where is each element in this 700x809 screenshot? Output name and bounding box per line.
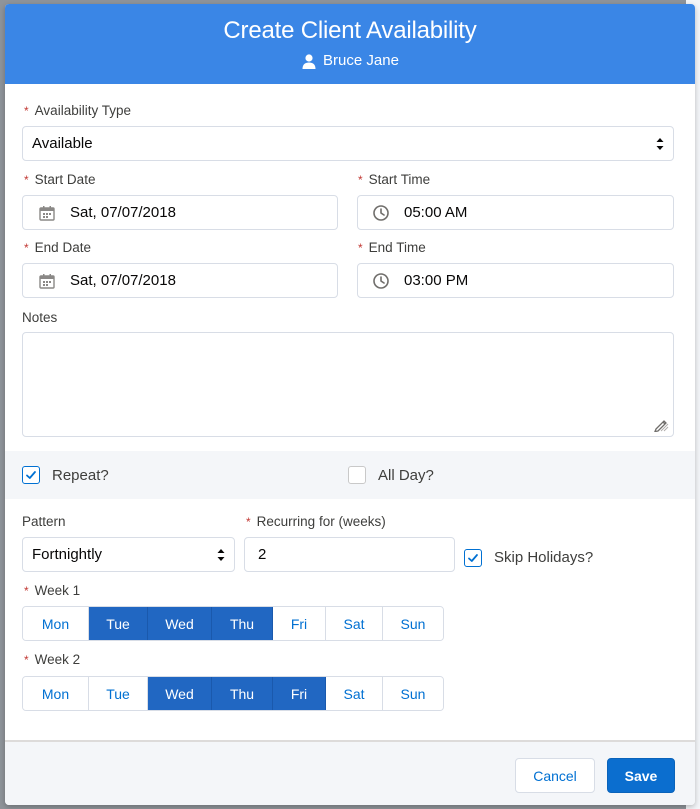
pattern-value: Fortnightly: [32, 546, 103, 563]
modal-title: Create Client Availability: [223, 17, 477, 44]
end-date-value: Sat, 07/07/2018: [70, 272, 176, 289]
week-2-day-wed[interactable]: Wed: [148, 677, 212, 710]
all-day-checkbox[interactable]: [348, 466, 366, 484]
end-date-label: * End Date: [24, 240, 91, 255]
week-1-day-mon[interactable]: Mon: [23, 607, 89, 640]
start-time-label: * Start Time: [358, 172, 431, 187]
repeat-checkbox[interactable]: [22, 466, 40, 484]
week-1-day-picker: Mon Tue Wed Thu Fri Sat Sun: [22, 606, 444, 641]
modal-footer: Cancel Save: [5, 740, 695, 805]
start-time-value: 05:00 AM: [404, 204, 468, 221]
recurring-weeks-input[interactable]: 2: [244, 537, 455, 572]
recurring-label: * Recurring for (weeks): [246, 514, 386, 529]
start-date-input[interactable]: Sat, 07/07/2018: [22, 195, 338, 230]
week-2-day-thu[interactable]: Thu: [212, 677, 273, 710]
week-2-day-sat[interactable]: Sat: [326, 677, 383, 710]
end-time-value: 03:00 PM: [404, 272, 469, 289]
week-1-day-wed[interactable]: Wed: [148, 607, 212, 640]
user-icon: [301, 53, 317, 69]
all-day-label: All Day?: [378, 467, 434, 484]
pattern-label: Pattern: [22, 514, 66, 529]
clock-icon: [372, 272, 390, 290]
week-2-day-fri[interactable]: Fri: [273, 677, 326, 710]
week-2-day-tue[interactable]: Tue: [89, 677, 148, 710]
options-band: Repeat? All Day?: [5, 451, 695, 499]
week-1-day-thu[interactable]: Thu: [212, 607, 273, 640]
save-button[interactable]: Save: [607, 758, 675, 793]
notes-textarea[interactable]: [22, 332, 674, 437]
week-1-label: * Week 1: [24, 583, 81, 598]
recurring-weeks-value: 2: [258, 546, 267, 563]
start-date-label: * Start Date: [24, 172, 96, 187]
end-date-input[interactable]: Sat, 07/07/2018: [22, 263, 338, 298]
start-time-input[interactable]: 05:00 AM: [357, 195, 674, 230]
create-availability-modal: Create Client Availability Bruce Jane * A…: [5, 4, 695, 805]
availability-type-select[interactable]: Available: [22, 126, 674, 161]
cancel-button[interactable]: Cancel: [515, 758, 595, 793]
skip-holidays-label: Skip Holidays?: [494, 549, 594, 566]
client-name-text: Bruce Jane: [323, 52, 399, 69]
week-1-day-sat[interactable]: Sat: [326, 607, 383, 640]
calendar-icon: [38, 204, 56, 222]
calendar-icon: [38, 272, 56, 290]
availability-type-label: * Availability Type: [24, 103, 131, 118]
modal-header: Create Client Availability Bruce Jane: [5, 4, 695, 84]
week-1-day-fri[interactable]: Fri: [273, 607, 326, 640]
select-arrows-icon: [216, 547, 226, 563]
week-1-day-sun[interactable]: Sun: [383, 607, 443, 640]
skip-holidays-checkbox[interactable]: [464, 549, 482, 567]
select-arrows-icon: [655, 136, 665, 152]
check-icon: [26, 471, 36, 479]
end-time-input[interactable]: 03:00 PM: [357, 263, 674, 298]
clock-icon: [372, 204, 390, 222]
resize-handle-icon[interactable]: [653, 416, 669, 433]
end-time-label: * End Time: [358, 240, 426, 255]
week-2-label: * Week 2: [24, 652, 81, 667]
pattern-select[interactable]: Fortnightly: [22, 537, 235, 572]
check-icon: [468, 554, 478, 562]
client-name: Bruce Jane: [5, 52, 695, 69]
week-2-day-mon[interactable]: Mon: [23, 677, 89, 710]
week-1-day-tue[interactable]: Tue: [89, 607, 148, 640]
week-2-day-picker: Mon Tue Wed Thu Fri Sat Sun: [22, 676, 444, 711]
start-date-value: Sat, 07/07/2018: [70, 204, 176, 221]
week-2-day-sun[interactable]: Sun: [383, 677, 443, 710]
notes-label: Notes: [22, 310, 58, 325]
availability-type-value: Available: [32, 135, 93, 152]
repeat-label: Repeat?: [52, 467, 109, 484]
